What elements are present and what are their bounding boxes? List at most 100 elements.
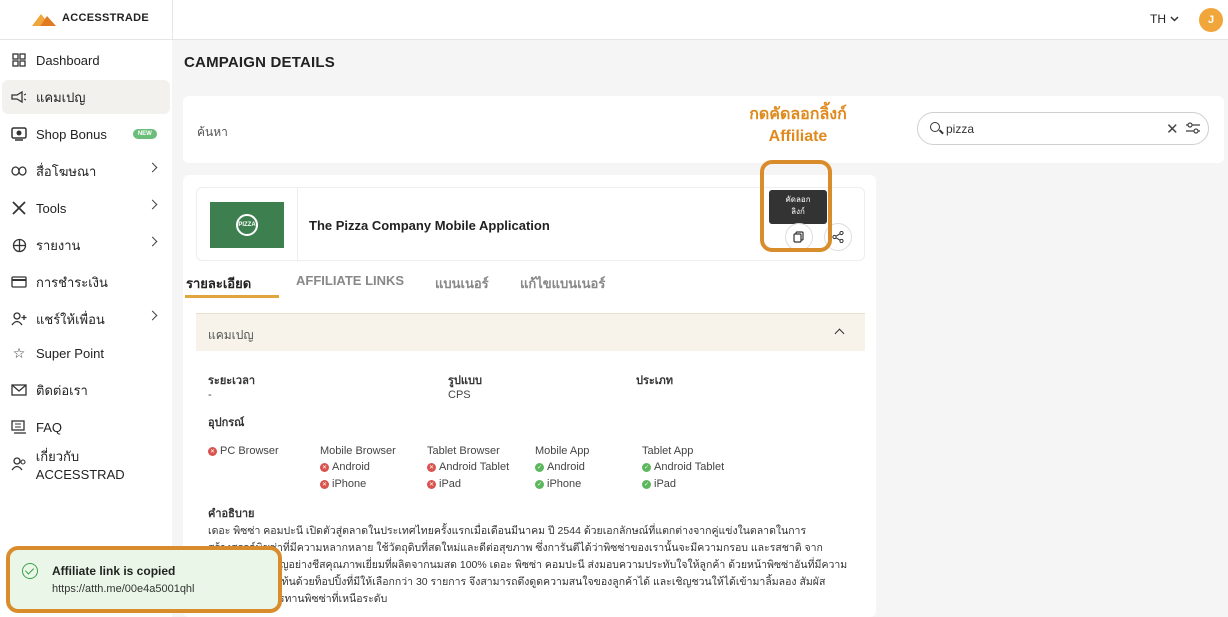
search-value: pizza [946, 122, 975, 136]
search-label: ค้นหา [197, 125, 228, 139]
new-badge: NEW [132, 129, 157, 139]
toast-url[interactable]: https://atth.me/00e4a5001qhl [52, 583, 195, 595]
device-name: iPad [654, 478, 677, 490]
sidebar-item-share[interactable]: แชร์ให้เพื่อน [2, 302, 170, 336]
period-value: - [208, 389, 212, 401]
top-bar: ACCESSTRADE TH J [0, 0, 1228, 40]
sidebar-item-label: รายงาน [36, 237, 81, 253]
annotation-highlight [760, 160, 832, 252]
sidebar-item-label: แคมเปญ [36, 89, 86, 105]
language-label: TH [1150, 12, 1166, 26]
description-label: คำอธิบาย [208, 508, 255, 520]
sidebar-item-report[interactable]: รายงาน [2, 228, 170, 262]
period-label: ระยะเวลา [208, 375, 256, 387]
pizza-logo: PIZZA [236, 214, 258, 236]
filter-icon[interactable] [1186, 122, 1200, 134]
chevron-right-icon [147, 310, 158, 321]
sidebar-item-label: แชร์ให้เพื่อน [36, 311, 105, 327]
copied-toast: Affiliate link is copied https://atth.me… [6, 546, 282, 613]
campaign-logo: PIZZA [210, 202, 284, 248]
brand-logo-icon [32, 14, 56, 26]
chevron-right-icon [147, 236, 158, 247]
sidebar-item-super-point[interactable]: ☆ Super Point [2, 336, 170, 370]
device-item: ✓ iPad [642, 478, 676, 490]
star-icon: ☆ [12, 344, 26, 361]
brand-logo[interactable]: ACCESSTRADE [32, 10, 149, 26]
active-tab-indicator [185, 295, 279, 298]
share-user-icon [10, 310, 28, 328]
card-icon [10, 273, 28, 291]
device-name: PC Browser [220, 445, 279, 457]
cross-icon: ✕ [320, 479, 329, 489]
link-icon [10, 162, 28, 180]
sidebar-item-shop-bonus[interactable]: Shop Bonus NEW [2, 117, 170, 151]
megaphone-icon [10, 88, 28, 106]
tab-details[interactable]: รายละเอียด [186, 273, 251, 294]
sidebar-item-tools[interactable]: Tools [2, 191, 170, 225]
device-name: Android Tablet [439, 461, 510, 473]
tab-edit-banner[interactable]: แก้ไขแบนเนอร์ [520, 273, 605, 294]
sidebar-item-campaign[interactable]: แคมเปญ [2, 80, 170, 114]
brand-name: ACCESSTRADE [62, 12, 150, 24]
sidebar-item-payment[interactable]: การชำระเงิน [2, 265, 170, 299]
sidebar: Dashboard แคมเปญ Shop Bonus NEW สื่อโฆษณ… [0, 40, 172, 617]
sidebar-item-contact[interactable]: ติดต่อเรา [2, 373, 170, 407]
device-item: ✓ Android Tablet [642, 461, 724, 473]
sidebar-item-label: การชำระเงิน [36, 274, 108, 290]
sidebar-item-about[interactable]: เกี่ยวกับ ACCESSTRAD [2, 447, 170, 482]
sidebar-item-label: สื่อโฆษณา [36, 163, 97, 179]
sidebar-item-label: Tools [36, 200, 67, 216]
device-item: ✓ iPhone [535, 478, 581, 490]
check-circle-icon [22, 563, 38, 579]
sidebar-item-label: FAQ [36, 419, 63, 435]
shop-bonus-icon [10, 125, 28, 143]
sidebar-item-media[interactable]: สื่อโฆษณา [2, 154, 170, 188]
check-icon: ✓ [535, 479, 544, 489]
chevron-right-icon [147, 199, 158, 210]
mail-icon [10, 381, 28, 399]
device-column-title: Mobile Browser [320, 445, 396, 457]
device-pc: ✕ PC Browser [208, 445, 279, 457]
cross-icon: ✕ [427, 479, 436, 489]
report-icon [10, 236, 28, 254]
share-icon [832, 231, 844, 243]
tab-bar: รายละเอียด AFFILIATE LINKS แบนเนอร์ แก้ไ… [183, 271, 876, 301]
format-value: CPS [448, 389, 471, 401]
about-icon [10, 455, 28, 473]
device-name: iPhone [547, 478, 582, 490]
dashboard-icon [10, 51, 28, 69]
sidebar-item-label: Dashboard [36, 52, 100, 68]
check-icon: ✓ [535, 462, 544, 472]
device-name: iPad [439, 478, 462, 490]
divider [297, 188, 298, 262]
sidebar-item-faq[interactable]: FAQ [2, 410, 170, 444]
sidebar-item-label: ติดต่อเรา [36, 382, 88, 398]
language-selector[interactable]: TH [1150, 12, 1179, 26]
search-input[interactable]: pizza ✕ [917, 112, 1209, 145]
check-icon: ✓ [642, 479, 651, 489]
device-label: อุปกรณ์ [208, 417, 245, 429]
tab-affiliate-links[interactable]: AFFILIATE LINKS [296, 273, 404, 288]
campaign-accordion-header[interactable]: แคมเปญ [196, 313, 865, 351]
format-label: รูปแบบ [448, 375, 482, 387]
device-name: Android [547, 461, 585, 473]
page-title: CAMPAIGN DETAILS [184, 54, 335, 71]
divider [172, 0, 173, 40]
device-name: Android [332, 461, 370, 473]
check-icon: ✓ [642, 462, 651, 472]
chevron-down-icon [1170, 16, 1179, 22]
annotation-line: Affiliate [768, 128, 828, 145]
annotation-line: กดคัดลอกลิ้งก์ [749, 106, 847, 123]
close-icon[interactable]: ✕ [1166, 120, 1179, 138]
device-item: ✕ iPad [427, 478, 461, 490]
chevron-up-icon[interactable] [834, 328, 845, 339]
device-column-title: Tablet Browser [427, 445, 500, 457]
sidebar-item-dashboard[interactable]: Dashboard [2, 43, 170, 77]
avatar[interactable]: J [1199, 8, 1223, 32]
device-name: Android Tablet [654, 461, 725, 473]
tab-banner[interactable]: แบนเนอร์ [435, 273, 489, 294]
device-column-title: Mobile App [535, 445, 590, 457]
device-item: ✕ Android [320, 461, 370, 473]
campaign-description: เดอะ พิซซ่า คอมปะนี เปิดตัวสู่ตลาดในประเ… [208, 525, 848, 605]
device-item: ✕ iPhone [320, 478, 366, 490]
